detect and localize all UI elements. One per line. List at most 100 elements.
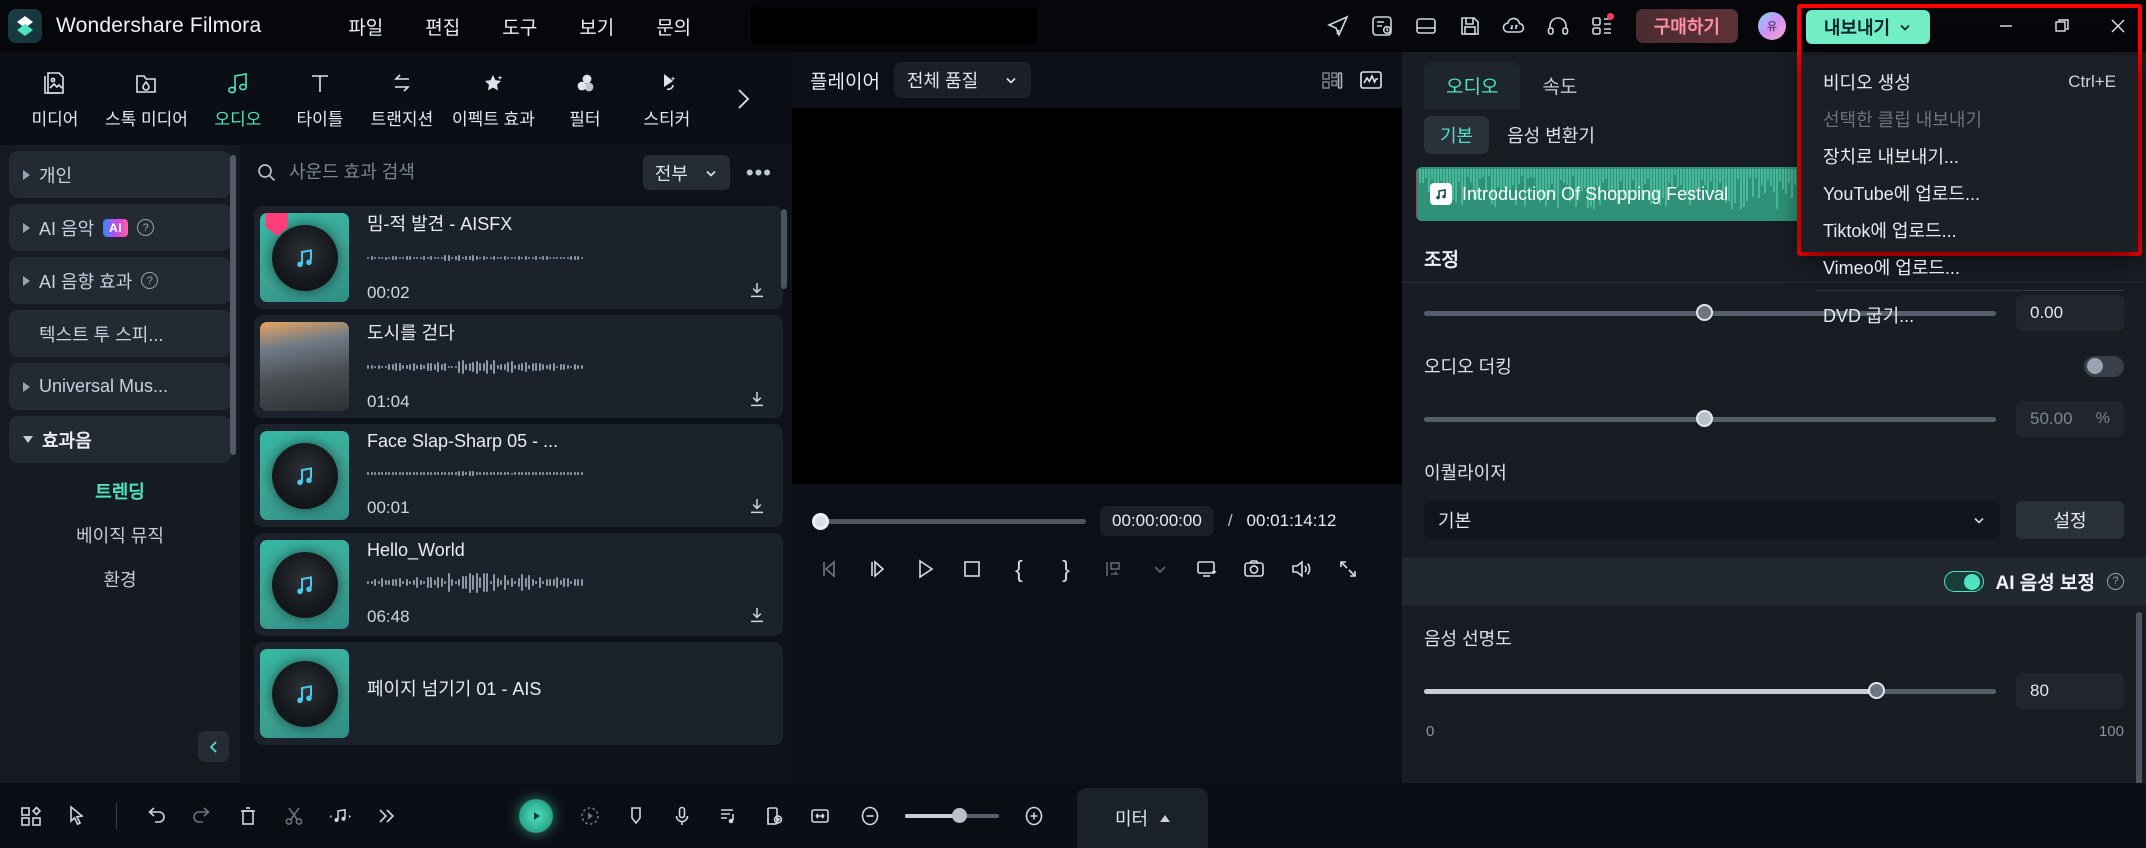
more-chevrons-icon[interactable] [363,794,409,838]
filter-dropdown[interactable]: 전부 [642,155,730,190]
markers-button[interactable] [1096,552,1130,586]
menu-item-file[interactable]: 파일 [327,7,404,46]
help-icon[interactable]: ? [141,272,159,289]
grid-add-icon[interactable] [8,794,54,838]
menu-export-to-device[interactable]: 장치로 내보내기... [1801,137,2138,174]
menu-item-contact[interactable]: 문의 [635,7,712,46]
volume-knob[interactable] [1696,303,1714,321]
current-timecode[interactable]: 00:00:00:00 [1100,506,1214,536]
list-item[interactable]: 도시를 걷다 01:04 [254,315,783,418]
buy-button[interactable]: 구매하기 [1635,9,1738,43]
download-icon[interactable] [747,280,767,305]
close-icon[interactable] [2090,0,2146,52]
equalizer-select[interactable]: 기본 [1424,501,2000,539]
list-item[interactable]: 밈-적 발견 - AISFX 00:02 [254,206,783,309]
task-history-icon[interactable] [1362,6,1402,46]
video-preview-stage[interactable] [792,108,1402,484]
list-item[interactable]: 페이지 넘기기 01 - AIS [254,642,783,745]
tab-audio[interactable]: 오디오 [197,61,279,137]
menu-upload-tiktok[interactable]: Tiktok에 업로드... [1801,211,2138,248]
tab-effects[interactable]: 이펙트 효과 [443,61,544,137]
menu-item-edit[interactable]: 편집 [404,7,481,46]
zoom-knob[interactable] [951,807,967,823]
play-button[interactable] [908,552,942,586]
stop-button[interactable] [955,552,989,586]
maximize-icon[interactable] [2034,0,2090,52]
motion-tracking-icon[interactable] [567,794,613,838]
redo-icon[interactable] [179,794,225,838]
sidebar-item-text-to-speech[interactable]: 텍스트 투 스피... [9,310,231,357]
mark-in-button[interactable]: { [1002,552,1036,586]
markers-dropdown[interactable] [1143,552,1177,586]
keyframe-icon[interactable] [751,794,797,838]
audio-mixer-icon[interactable] [705,794,751,838]
menu-upload-youtube[interactable]: YouTube에 업로드... [1801,174,2138,211]
menu-item-tools[interactable]: 도구 [481,7,558,46]
sidebar-item-ai-music[interactable]: AI 음악 AI ? [9,204,231,251]
fit-timeline-icon[interactable] [797,794,843,838]
seek-knob[interactable] [812,512,829,530]
sidebar-item-sound-effects[interactable]: 효과음 [9,416,231,463]
sidebar-item-universal-music[interactable]: Universal Mus... [9,363,231,410]
apps-grid-icon[interactable] [1582,6,1622,46]
tab-audio-properties[interactable]: 오디오 [1424,62,1521,109]
next-frame-button[interactable] [861,552,895,586]
prev-frame-button[interactable] [814,552,848,586]
menu-burn-dvd[interactable]: DVD 굽기... [1801,296,2138,333]
subtab-basic[interactable]: 기본 [1424,116,1490,154]
download-icon[interactable] [747,496,767,521]
project-title-input[interactable] [751,7,1037,44]
ducking-value-box[interactable]: 50.00 % [2016,401,2124,437]
send-icon[interactable] [1318,6,1358,46]
tab-stickers[interactable]: 스티커 [626,61,708,137]
minimize-icon[interactable] [1978,0,2034,52]
search-input[interactable] [289,162,631,183]
cloud-transfer-icon[interactable] [1494,6,1534,46]
zoom-out-icon[interactable] [847,794,893,838]
display-mode-button[interactable] [1190,552,1224,586]
mark-out-button[interactable]: } [1049,552,1083,586]
quality-dropdown[interactable]: 전체 품질 [893,62,1032,98]
media-list-scrollbar[interactable] [781,209,787,289]
help-icon[interactable]: ? [137,219,155,236]
help-icon[interactable]: ? [2107,572,2124,590]
chevron-right-icon[interactable] [726,76,760,122]
sidebar-subitem-basic-music[interactable]: 베이직 뮤직 [0,513,240,557]
fullscreen-button[interactable] [1331,552,1365,586]
microphone-icon[interactable] [659,794,705,838]
select-tool-icon[interactable] [54,794,100,838]
tab-media[interactable]: 미디어 [14,61,96,137]
list-item[interactable]: Hello_World 06:48 [254,533,783,636]
save-icon[interactable] [1450,6,1490,46]
sidebar-subitem-ambient[interactable]: 환경 [0,557,240,601]
sidebar-item-personal[interactable]: 개인 [9,151,231,198]
ducking-knob[interactable] [1696,409,1714,427]
menu-item-view[interactable]: 보기 [558,7,635,46]
tab-stock-media[interactable]: 스톡 미디어 [96,61,197,137]
record-voiceover-icon[interactable] [519,798,553,833]
ducking-slider[interactable] [1424,409,1996,427]
list-item[interactable]: Face Slap-Sharp 05 - ... 00:01 [254,424,783,527]
ai-voice-toggle[interactable] [1943,570,1984,592]
zoom-slider[interactable] [905,807,999,823]
seek-slider[interactable] [812,512,1086,530]
subtab-voice-changer[interactable]: 음성 변환기 [1507,122,1595,148]
ducking-toggle[interactable] [2084,355,2124,377]
avatar[interactable]: 유 [1758,12,1786,40]
sidebar-scrollbar[interactable] [230,155,236,455]
sidebar-subitem-trending[interactable]: 트렌딩 [0,469,240,513]
clarity-knob[interactable] [1867,681,1885,699]
sidebar-item-ai-sound-effects[interactable]: AI 음향 효과 ? [9,257,231,304]
more-options-icon[interactable]: ••• [742,160,776,186]
download-icon[interactable] [747,389,767,414]
grid-view-icon[interactable] [1320,68,1344,92]
undo-icon[interactable] [133,794,179,838]
tab-filters[interactable]: 필터 [544,61,626,137]
tab-speed[interactable]: 속도 [1520,62,1599,109]
sidebar-collapse-button[interactable] [198,731,229,762]
export-button[interactable]: 내보내기 [1806,10,1930,44]
audio-trim-icon[interactable] [317,794,363,838]
delete-icon[interactable] [225,794,271,838]
marker-icon[interactable] [613,794,659,838]
equalizer-settings-button[interactable]: 설정 [2016,501,2124,539]
